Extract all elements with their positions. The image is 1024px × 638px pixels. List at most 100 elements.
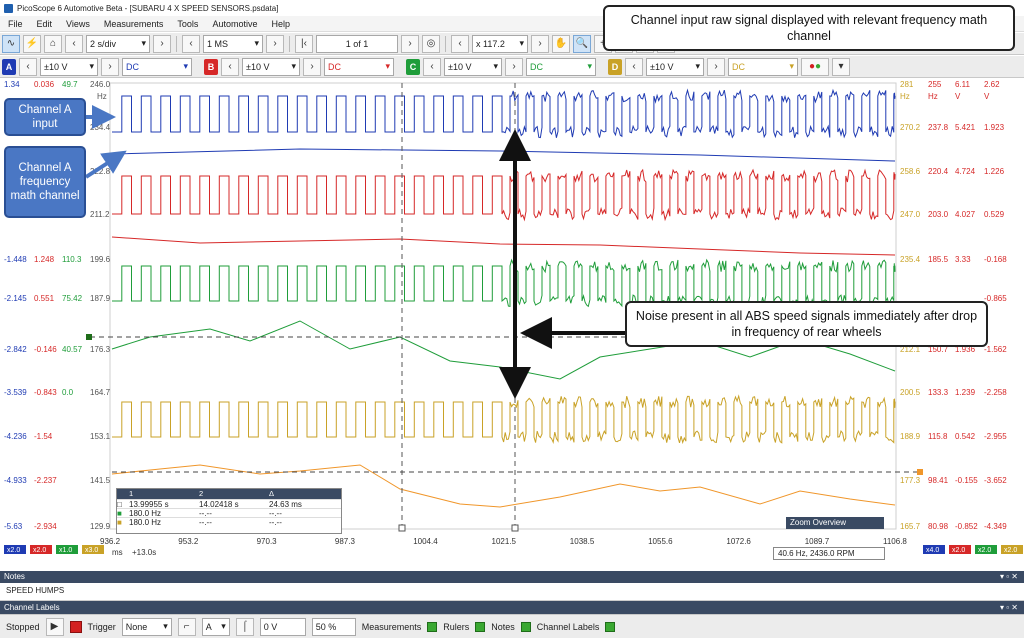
left-axis-tick: 187.9	[90, 294, 111, 303]
chevron-right-icon[interactable]: ›	[266, 34, 284, 53]
left-axis-tick: 199.6	[90, 255, 111, 264]
trigger-mode-select[interactable]: None ▾	[121, 617, 172, 636]
probe-icon[interactable]: ⚡	[23, 34, 41, 53]
chevron-right-icon[interactable]: ›	[153, 34, 171, 53]
play-icon[interactable]: ▶	[45, 617, 64, 636]
channel-a-range[interactable]: ±10 V ▾	[40, 57, 98, 76]
chevron-right-icon[interactable]: ›	[101, 57, 119, 76]
channel-c-range[interactable]: ±10 V ▾	[444, 57, 502, 76]
scope-mode-icon[interactable]: ∿	[2, 34, 20, 53]
right-axis-tick: 270.2	[900, 123, 921, 132]
right-axis-tick: 185.5	[928, 255, 949, 264]
time-axis-tick: 1089.7	[805, 537, 830, 546]
chevron-left-icon[interactable]: ‹	[451, 34, 469, 53]
scale-badge-text: x4.0	[926, 547, 939, 554]
next-buffer-icon[interactable]: ›	[401, 34, 419, 53]
menu-measurements[interactable]: Measurements	[104, 19, 164, 29]
add-measurement-icon[interactable]	[427, 621, 438, 632]
ruler-measurements-table[interactable]: 1 2 Δ □ 13.99955 s 14.02418 s 24.63 ms ■…	[116, 488, 342, 534]
samples-select[interactable]: 1 MS ▾	[203, 34, 263, 53]
buffer-navigator[interactable]: 1 of 1	[316, 34, 398, 53]
channel-d-coupling[interactable]: DC ▾	[728, 57, 798, 76]
channel-b-label[interactable]: B	[204, 58, 218, 75]
left-axis-tick: 176.3	[90, 345, 111, 354]
time-axis-tick: 936.2	[100, 537, 121, 546]
panel-window-controls[interactable]: ▾ ▫ ✕	[1000, 601, 1018, 614]
zoom-overview-panel[interactable]: Zoom Overview	[786, 517, 884, 529]
pretrigger-input[interactable]: 50 %	[311, 617, 356, 636]
trigger-edge-icon[interactable]: ⌐	[177, 617, 196, 636]
chevron-down-icon: ▾	[163, 621, 168, 631]
right-axis-tick: -3.652	[984, 476, 1007, 485]
channel-c-label[interactable]: C	[406, 58, 420, 75]
left-axis-tick: 1.248	[34, 255, 55, 264]
top-callout: Channel input raw signal displayed with …	[603, 5, 1015, 51]
chevron-right-icon[interactable]: ›	[531, 34, 549, 53]
time-axis-tick: 987.3	[335, 537, 356, 546]
channel-a-label[interactable]: A	[2, 58, 16, 75]
chevron-right-icon[interactable]: ›	[505, 57, 523, 76]
channel-d-range[interactable]: ±10 V ▾	[646, 57, 704, 76]
zoom-select-icon[interactable]: 🔍	[573, 34, 591, 53]
chevron-right-icon[interactable]: ›	[707, 57, 725, 76]
scale-badge-text: x1.0	[59, 547, 72, 554]
trigger-channel-select[interactable]: A ▾	[201, 617, 230, 636]
scale-badge-text: x2.0	[33, 547, 46, 554]
menu-views[interactable]: Views	[66, 19, 90, 29]
chevron-left-icon[interactable]: ‹	[65, 34, 83, 53]
first-buffer-icon[interactable]: |‹	[295, 34, 313, 53]
right-axis-tick: -4.349	[984, 522, 1007, 531]
channel-a-coupling[interactable]: DC ▾	[122, 57, 192, 76]
menu-edit[interactable]: Edit	[37, 19, 53, 29]
table-cell: --.--	[269, 518, 282, 527]
home-icon[interactable]: ⌂	[44, 34, 62, 53]
chevron-right-icon[interactable]: ›	[303, 57, 321, 76]
rising-edge-icon[interactable]: ⌠	[235, 617, 254, 636]
row-marker: ■	[117, 518, 122, 527]
chevron-down-icon: ▾	[519, 38, 524, 48]
right-axis-tick: -1.562	[984, 345, 1007, 354]
rulers-icon[interactable]	[475, 621, 486, 632]
channel-b-range[interactable]: ±10 V ▾	[242, 57, 300, 76]
channel-labels-panel-header: Channel Labels ▾ ▫ ✕	[0, 601, 1024, 614]
measurements-label: Measurements	[361, 621, 422, 632]
chevron-down-icon[interactable]: ▾	[832, 57, 850, 76]
channel-b-coupling[interactable]: DC ▾	[324, 57, 394, 76]
channel-d-label[interactable]: D	[608, 58, 622, 75]
menu-help[interactable]: Help	[271, 19, 290, 29]
menu-tools[interactable]: Tools	[177, 19, 198, 29]
trigger-level-input[interactable]: 0 V	[259, 617, 306, 636]
right-axis-tick: 1.239	[955, 388, 976, 397]
notes-text[interactable]: SPEED HUMPS	[0, 583, 1024, 601]
notes-icon[interactable]	[520, 621, 531, 632]
window-title: PicoScope 6 Automotive Beta - [SUBARU 4 …	[17, 3, 279, 13]
ruler-handle-icon	[398, 524, 406, 532]
chevron-left-icon[interactable]: ‹	[625, 57, 643, 76]
left-axis-tick: 75.42	[62, 294, 83, 303]
chevron-left-icon[interactable]: ‹	[182, 34, 200, 53]
chevron-left-icon[interactable]: ‹	[221, 57, 239, 76]
menu-automotive[interactable]: Automotive	[212, 19, 257, 29]
menu-file[interactable]: File	[8, 19, 23, 29]
right-axis-tick: 220.4	[928, 167, 949, 176]
channel-labels-icon[interactable]	[605, 621, 616, 632]
time-axis-tick: 1021.5	[492, 537, 517, 546]
stop-button[interactable]	[69, 620, 82, 633]
left-axis-tick: -5.63	[4, 522, 23, 531]
timebase-select[interactable]: 2 s/div ▾	[86, 34, 150, 53]
zoom-factor-select[interactable]: x 117.2 ▾	[472, 34, 528, 53]
panel-window-controls[interactable]: ▾ ▫ ✕	[1000, 571, 1018, 583]
compass-icon[interactable]: ◎	[422, 34, 440, 53]
hand-pan-icon[interactable]: ✋	[552, 34, 570, 53]
chevron-left-icon[interactable]: ‹	[19, 57, 37, 76]
right-axis-tick: 4.724	[955, 167, 976, 176]
right-axis-header: 255	[928, 80, 942, 89]
record-lights-icon[interactable]: ● ●	[801, 57, 829, 76]
left-axis-tick: -2.842	[4, 345, 27, 354]
chevron-left-icon[interactable]: ‹	[423, 57, 441, 76]
right-axis-tick: 200.5	[900, 388, 921, 397]
left-axis-tick: -1.448	[4, 255, 27, 264]
channel-c-coupling[interactable]: DC ▾	[526, 57, 596, 76]
scale-badge-text: x2.0	[978, 547, 991, 554]
right-axis-tick: 177.3	[900, 476, 921, 485]
